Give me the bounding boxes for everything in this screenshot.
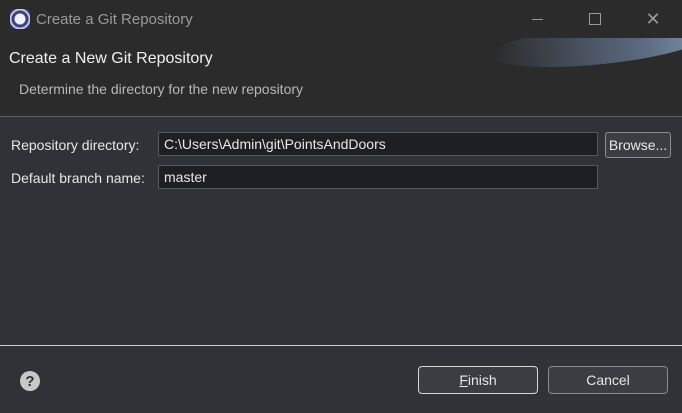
close-button[interactable]: ✕ <box>624 0 682 38</box>
minimize-button[interactable] <box>508 0 566 38</box>
browse-button[interactable]: Browse... <box>605 132 671 158</box>
page-title: Create a New Git Repository <box>9 50 213 67</box>
default-branch-label: Default branch name: <box>11 170 145 186</box>
cancel-button[interactable]: Cancel <box>548 366 668 394</box>
minimize-icon <box>531 18 543 20</box>
window-title: Create a Git Repository <box>36 10 193 28</box>
help-icon[interactable]: ? <box>20 371 40 391</box>
form-area: Repository directory: Browse... Default … <box>0 117 682 345</box>
maximize-icon <box>589 13 601 25</box>
finish-button[interactable]: Finish <box>418 366 538 394</box>
window-controls: ✕ <box>508 0 682 38</box>
title-bar: Create a Git Repository ✕ <box>0 0 682 38</box>
dialog-window: Create a Git Repository ✕ Create a New G… <box>0 0 682 413</box>
repository-directory-input[interactable] <box>158 132 598 156</box>
wizard-banner: Create a New Git Repository Determine th… <box>0 38 682 116</box>
eclipse-icon <box>10 9 30 29</box>
banner-graphic <box>490 38 682 76</box>
button-bar: ? Finish Cancel <box>0 346 682 413</box>
close-icon: ✕ <box>645 8 661 29</box>
maximize-button[interactable] <box>566 0 624 38</box>
finish-label: inish <box>467 372 497 388</box>
page-description: Determine the directory for the new repo… <box>19 81 304 97</box>
repository-directory-label: Repository directory: <box>11 137 140 153</box>
finish-mnemonic: F <box>459 372 468 388</box>
default-branch-input[interactable] <box>158 165 598 189</box>
